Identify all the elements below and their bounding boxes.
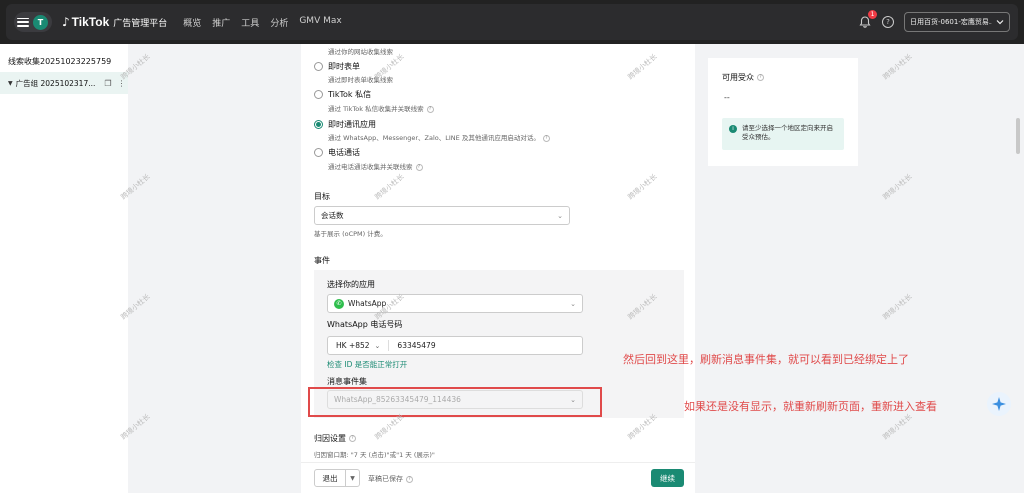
audience-title-text: 可用受众: [722, 73, 754, 82]
watermark: 跨境小杜长: [881, 172, 914, 202]
phone-label: WhatsApp 电话号码: [327, 320, 403, 329]
notification-badge: 1: [868, 10, 877, 19]
option-label: 即时表单: [328, 62, 360, 71]
watermark: 跨境小杜长: [881, 412, 914, 442]
page-scrollbar[interactable]: [1016, 118, 1020, 154]
nav-overview[interactable]: 概览: [183, 16, 201, 29]
help-icon[interactable]: ?: [426, 105, 434, 113]
choose-app-label: 选择你的应用: [327, 280, 375, 289]
option-phone-call[interactable]: 电话通话: [314, 147, 360, 158]
help-icon[interactable]: ?: [542, 134, 550, 142]
help-icon[interactable]: ?: [349, 435, 356, 442]
menu-toggle-button[interactable]: T: [14, 12, 52, 32]
option-label: TikTok 私信: [328, 90, 372, 99]
highlight-box: [308, 387, 602, 417]
radio-tiktok-dm[interactable]: [314, 90, 323, 99]
sidebar-item-adgroup[interactable]: ▼ 广告组 2025102317... ❐ ⋮: [0, 72, 128, 94]
phone-input[interactable]: HK +852 ⌄ 63345479: [327, 336, 583, 355]
radio-phone-call[interactable]: [314, 148, 323, 157]
continue-button[interactable]: 继续: [651, 469, 684, 487]
attribution-desc: 归因窗口期: "7 天 (点击)"或"1 天 (展示)": [314, 451, 435, 459]
nav-promote[interactable]: 推广: [212, 16, 230, 29]
option-instant-form[interactable]: 即时表单: [314, 61, 360, 72]
sparkle-shape: [992, 397, 1006, 411]
option-label: 电话通话: [328, 148, 360, 157]
goal-value: 会话数: [321, 211, 344, 220]
sparkle-icon[interactable]: [987, 392, 1011, 416]
exit-label: 退出: [322, 473, 338, 483]
option-label: 即时通讯应用: [328, 120, 376, 129]
option-desc-text: 通过 TikTok 私信收集并关联线索: [328, 105, 424, 113]
app-select[interactable]: ✆ WhatsApp ⌄: [327, 294, 583, 313]
nav-tools[interactable]: 工具: [241, 16, 259, 29]
check-id-link[interactable]: 检查 ID 是否能正常打开: [327, 359, 407, 370]
annotation-line-1: 然后回到这里，刷新消息事件集，就可以看到已经绑定上了: [623, 353, 909, 366]
chevron-down-icon[interactable]: ▼: [345, 470, 359, 486]
draft-status: 草稿已保存?: [368, 474, 413, 484]
top-bar-right: 1 ? 日用百货-0601-宏鹰贸易...: [858, 10, 1010, 32]
top-bar-inner: T ♪ TikTok 广告管理平台 概览 推广 工具 分析 GMV Max 1 …: [6, 4, 1018, 40]
option-tiktok-dm[interactable]: TikTok 私信: [314, 89, 371, 100]
radio-instant-messaging[interactable]: [314, 120, 323, 129]
help-icon[interactable]: ?: [882, 16, 894, 28]
option-desc: 通过 TikTok 私信收集并关联线索?: [328, 103, 434, 113]
account-selector[interactable]: 日用百货-0601-宏鹰贸易...: [904, 12, 1010, 32]
chevron-down-icon: ⌄: [374, 341, 381, 350]
campaign-title[interactable]: 线索收集20251023225759: [8, 56, 111, 67]
exit-button[interactable]: 退出 ▼: [314, 469, 360, 487]
avatar[interactable]: T: [33, 14, 48, 30]
country-code-select[interactable]: HK +852 ⌄: [328, 340, 390, 351]
annotation-line-2: 如果还是没有显示，就重新刷新页面，重新进入查看: [684, 400, 937, 413]
chevron-down-icon: ⌄: [557, 211, 563, 220]
attribution-label-text: 归因设置: [314, 434, 346, 443]
notifications-button[interactable]: 1: [858, 10, 877, 29]
event-set-label: 消息事件集: [327, 377, 367, 386]
audience-info: i 请至少选择一个地区定向来开启受众预估。: [722, 118, 844, 150]
audience-title: 可用受众?: [722, 72, 764, 83]
info-icon: i: [729, 125, 737, 133]
caret-down-icon[interactable]: ▼: [8, 80, 13, 87]
goal-hint: 基于展示 (oCPM) 计费。: [314, 230, 387, 238]
help-icon[interactable]: ?: [406, 475, 413, 483]
brand-logo[interactable]: ♪ TikTok 广告管理平台: [62, 15, 167, 29]
attribution-label: 归因设置?: [314, 433, 356, 444]
brand-subtitle: 广告管理平台: [113, 18, 168, 29]
country-code: HK +852: [336, 341, 370, 350]
option-desc-text: 通过电话通话收集并关联线索: [328, 163, 413, 171]
draft-status-text: 草稿已保存: [368, 475, 403, 483]
tiktok-note-icon: ♪: [62, 15, 70, 29]
audience-card: 可用受众? -- i 请至少选择一个地区定向来开启受众预估。: [708, 58, 858, 166]
account-name: 日用百货-0601-宏鹰贸易...: [910, 18, 992, 26]
event-label: 事件: [314, 256, 330, 265]
chevron-down-icon: ⌄: [570, 299, 576, 308]
audience-value: --: [724, 93, 730, 102]
nav-gmv-max[interactable]: GMV Max: [299, 16, 341, 29]
watermark: 跨境小杜长: [881, 52, 914, 82]
help-icon[interactable]: ?: [757, 74, 764, 81]
hamburger-icon: [17, 17, 29, 27]
audience-info-text: 请至少选择一个地区定向来开启受众预估。: [742, 124, 833, 141]
goal-label: 目标: [314, 192, 330, 201]
chevron-down-icon: [996, 20, 1004, 25]
brand-name: TikTok: [71, 15, 110, 29]
copy-icon[interactable]: ❐: [104, 79, 111, 88]
adgroup-label: 广告组 2025102317...: [15, 78, 96, 88]
whatsapp-icon: ✆: [334, 298, 344, 309]
campaign-sidebar: 线索收集20251023225759 ▼ 广告组 2025102317... ❐…: [0, 44, 128, 493]
help-icon[interactable]: ?: [415, 163, 423, 171]
option-desc: 通过电话通话收集并关联线索?: [328, 161, 423, 171]
watermark: 跨境小杜长: [881, 292, 914, 322]
main-nav: 概览 推广 工具 分析 GMV Max: [183, 16, 341, 29]
goal-select[interactable]: 会话数 ⌄: [314, 206, 570, 225]
option-website-desc: 通过你的网站收集线索: [328, 48, 393, 56]
option-desc-text: 通过 WhatsApp、Messenger、Zalo、LINE 及其他通讯应用启…: [328, 134, 540, 142]
phone-number[interactable]: 63345479: [389, 341, 435, 350]
radio-instant-form[interactable]: [314, 62, 323, 71]
option-desc: 通过 WhatsApp、Messenger、Zalo、LINE 及其他通讯应用启…: [328, 132, 550, 142]
option-instant-messaging[interactable]: 即时通讯应用: [314, 119, 376, 130]
nav-analytics[interactable]: 分析: [270, 16, 288, 29]
top-bar: T ♪ TikTok 广告管理平台 概览 推广 工具 分析 GMV Max 1 …: [0, 0, 1024, 44]
form-footer: 退出 ▼ 草稿已保存? 继续: [301, 462, 695, 493]
